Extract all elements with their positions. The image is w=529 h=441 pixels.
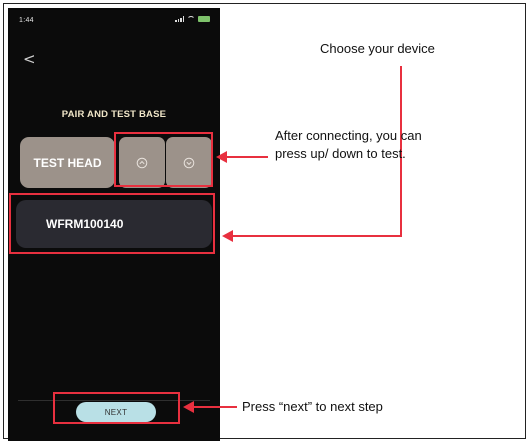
annotation-updown-line2: press up/ down to test.: [275, 145, 406, 161]
arrowhead-updown: [216, 151, 227, 163]
arrowhead-choose-device: [222, 230, 233, 242]
annotation-arrows: [183, 66, 402, 413]
annotation-updown-line1: After connecting, you can: [275, 128, 422, 143]
annotation-next-step: Press “next” to next step: [242, 399, 383, 414]
annotation-updown: After connecting, you can press up/ down…: [275, 127, 515, 162]
arrowhead-next: [183, 401, 194, 413]
annotation-choose-device: Choose your device: [320, 41, 435, 56]
